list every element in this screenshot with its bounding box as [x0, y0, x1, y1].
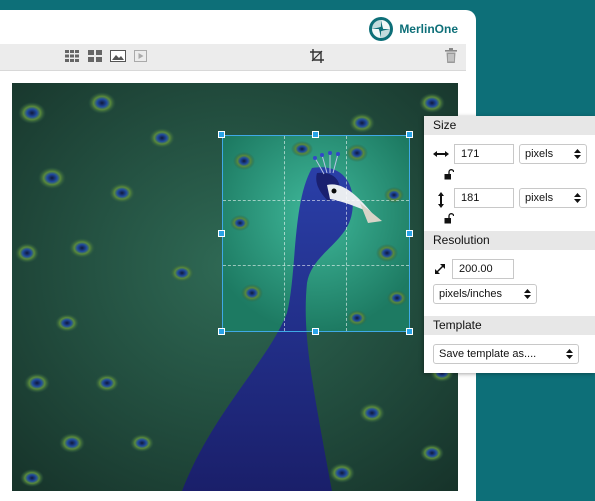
select-arrows-icon [574, 193, 581, 203]
list-view-icon[interactable] [88, 50, 102, 62]
crop-handle-bottom-left[interactable] [218, 328, 225, 335]
grid-view-icon[interactable] [65, 50, 79, 62]
select-arrows-icon [574, 149, 581, 159]
select-arrows-icon [524, 289, 531, 299]
width-arrow-icon [433, 151, 449, 157]
select-arrows-icon [566, 349, 573, 359]
height-unit-label: pixels [525, 192, 554, 204]
crop-handle-left[interactable] [218, 230, 225, 237]
video-play-icon[interactable] [134, 50, 147, 62]
crop-handle-top-left[interactable] [218, 131, 225, 138]
brand: MerlinOne [369, 16, 458, 42]
resolution-unit-label: pixels/inches [439, 288, 502, 300]
crop-settings-panel: Size 171 pixels 181 pixels Resolution 20… [424, 116, 595, 373]
height-input[interactable]: 181 [454, 188, 514, 208]
resolution-unit-select[interactable]: pixels/inches [433, 284, 537, 304]
brand-name: MerlinOne [399, 22, 458, 36]
crop-selection-box[interactable] [222, 135, 410, 332]
crop-icon[interactable] [310, 49, 324, 63]
crop-handle-top[interactable] [312, 131, 319, 138]
resolution-section-header: Resolution [424, 231, 595, 250]
resolution-input[interactable]: 200.00 [452, 259, 514, 279]
crop-handle-bottom[interactable] [312, 328, 319, 335]
crop-handle-right[interactable] [406, 230, 413, 237]
crop-grid-line [223, 200, 409, 202]
crop-grid-line [345, 136, 347, 331]
width-unit-select[interactable]: pixels [519, 144, 587, 164]
crop-handle-top-right[interactable] [406, 131, 413, 138]
width-unit-label: pixels [525, 148, 554, 160]
unlock-icon[interactable] [444, 169, 454, 180]
size-section-header: Size [424, 116, 595, 135]
save-template-select[interactable]: Save template as.... [433, 344, 579, 364]
trash-icon[interactable] [445, 48, 457, 63]
toolbar [0, 44, 466, 71]
crop-grid-line [284, 136, 286, 331]
resize-diagonal-icon [435, 264, 445, 274]
height-unit-select[interactable]: pixels [519, 188, 587, 208]
save-template-label: Save template as.... [439, 348, 537, 360]
width-input[interactable]: 171 [454, 144, 514, 164]
image-view-icon[interactable] [110, 50, 126, 62]
merlinone-logo-icon [369, 17, 394, 41]
template-section-header: Template [424, 316, 595, 335]
height-arrow-icon [438, 192, 444, 208]
crop-handle-bottom-right[interactable] [406, 328, 413, 335]
unlock-icon[interactable] [444, 213, 454, 224]
crop-grid-line [223, 264, 409, 266]
